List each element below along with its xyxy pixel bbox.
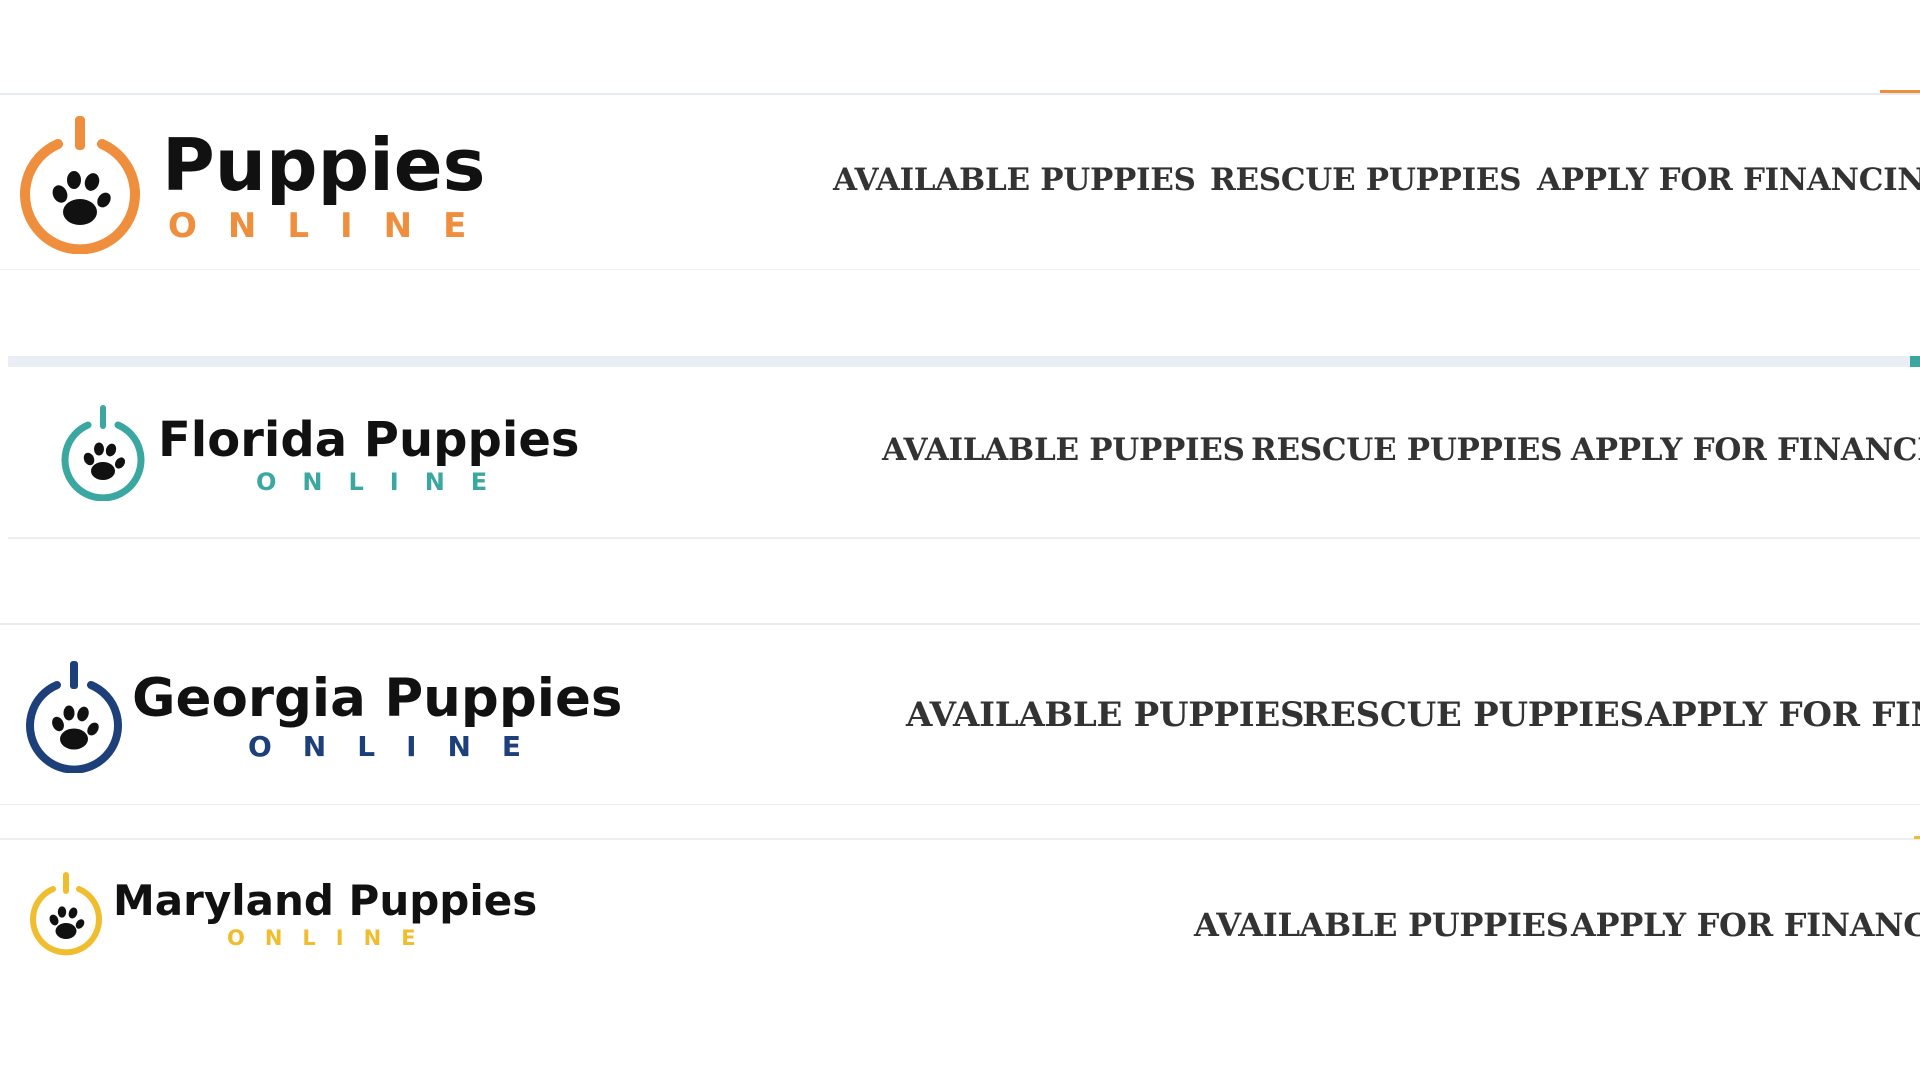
brand-subtitle: ONLINE (227, 926, 436, 950)
nav-apply-for-financing[interactable]: APPLY FOR FINANCING (1571, 906, 1920, 944)
brand-logo-text[interactable]: Maryland Puppies ONLINE (113, 876, 538, 951)
paw-power-icon[interactable] (28, 872, 104, 956)
screenshot-canvas: Puppies ONLINE AVAILABLE PUPPIES RESCUE … (0, 0, 1920, 1080)
header-top-border (0, 838, 1920, 840)
nav-available-puppies[interactable]: AVAILABLE PUPPIES (1194, 906, 1569, 944)
accent-strip (1914, 836, 1920, 839)
header-maryland-puppies: Maryland Puppies ONLINE AVAILABLE PUPPIE… (0, 0, 1920, 1080)
brand-name: Maryland Puppies (113, 876, 538, 925)
